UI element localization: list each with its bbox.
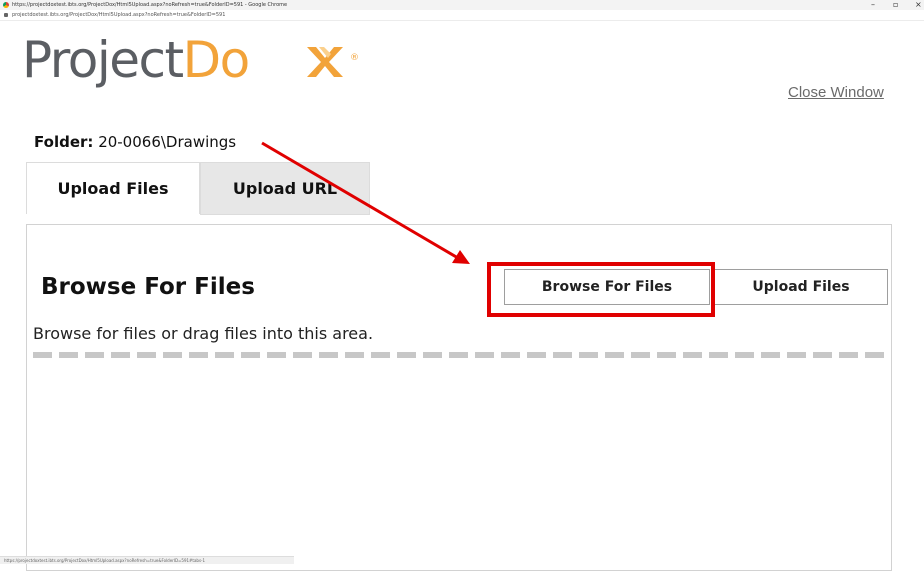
address-url[interactable]: projectdoxtest.ibts.org/ProjectDox/Html5…	[12, 10, 225, 20]
tab-upload-files[interactable]: Upload Files	[26, 162, 200, 214]
annotation-highlight-box	[487, 262, 715, 317]
address-bar[interactable]: projectdoxtest.ibts.org/ProjectDox/Html5…	[0, 10, 924, 21]
browser-title-bar: https://projectdoxtest.ibts.org/ProjectD…	[0, 0, 924, 10]
lock-icon	[4, 13, 8, 17]
projectdox-logo: ProjectDo ®	[22, 30, 359, 90]
chrome-icon	[3, 2, 9, 8]
tab-upload-url[interactable]: Upload URL	[200, 162, 370, 215]
registered-mark: ®	[350, 53, 359, 63]
logo-x-icon	[307, 47, 343, 77]
maximize-icon[interactable]: ▫	[893, 0, 898, 10]
window-title: https://projectdoxtest.ibts.org/ProjectD…	[12, 2, 288, 8]
folder-label: Folder:	[34, 133, 94, 151]
folder-value: 20-0066\Drawings	[98, 133, 237, 151]
drop-hint-text: Browse for files or drag files into this…	[33, 324, 374, 343]
browse-heading: Browse For Files	[41, 274, 255, 300]
logo-text-project: Project	[22, 31, 184, 89]
close-window-link[interactable]: Close Window	[788, 84, 884, 101]
close-icon[interactable]: ×	[915, 0, 922, 10]
folder-path: Folder: 20-0066\Drawings	[34, 133, 236, 151]
upload-files-button[interactable]: Upload Files	[714, 269, 888, 305]
minimize-icon[interactable]: –	[871, 0, 875, 10]
dropzone-border[interactable]	[33, 352, 886, 358]
logo-text-do: Do	[182, 31, 251, 89]
